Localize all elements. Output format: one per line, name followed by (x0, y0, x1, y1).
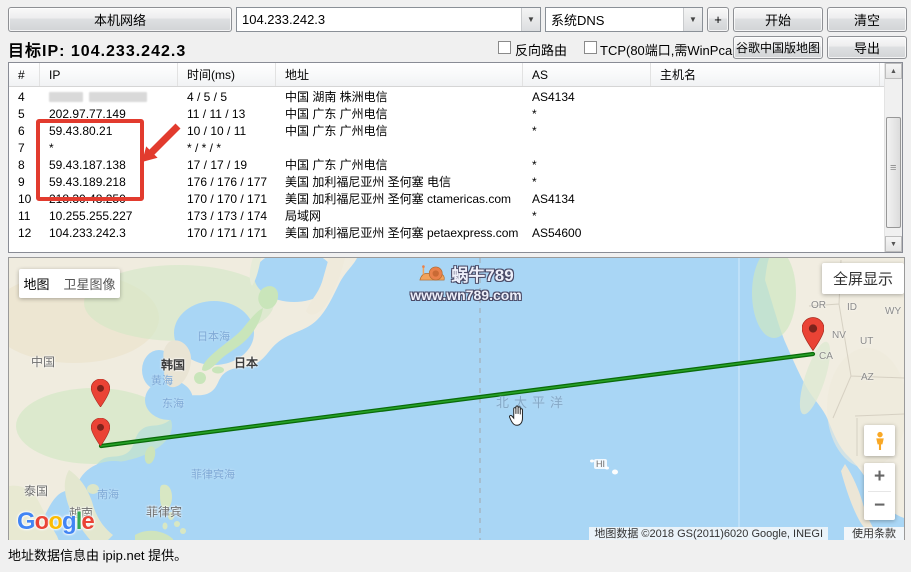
scrollbar-thumb[interactable] (886, 117, 901, 228)
target-ip-label: 目标IP: 104.233.242.3 (8, 37, 186, 61)
clear-button[interactable]: 清空 (827, 7, 907, 32)
reverse-route-checkbox[interactable] (498, 41, 511, 54)
table-row[interactable]: 11 10.255.255.227 173 / 173 / 174 局域网 * (9, 207, 902, 224)
target-ip-combobox[interactable]: 104.233.242.3 ▼ (236, 7, 541, 32)
table-row[interactable]: 8 59.43.187.138 17 / 17 / 19 中国 广东 广州电信 … (9, 156, 902, 173)
table-row[interactable]: 4 4 / 5 / 5 中国 湖南 株洲电信 AS4134 (9, 88, 902, 105)
pegman-icon (871, 431, 889, 451)
table-row[interactable]: 12 104.233.242.3 170 / 171 / 171 美国 加利福尼… (9, 224, 902, 241)
pegman-control[interactable] (864, 425, 895, 456)
status-text: 地址数据信息由 ipip.net 提供。 (8, 548, 187, 563)
zoom-control[interactable]: + − (864, 463, 895, 520)
route-map[interactable]: 中国 韩国 日本 日本海 黄海 东海 北太平洋 南海 菲律宾海 泰国 越南 菲律… (8, 257, 905, 542)
table-vertical-scrollbar[interactable]: ▲ ▼ (884, 63, 902, 252)
tcp-checkbox[interactable] (584, 41, 597, 54)
table-row[interactable]: 10 218.30.48.250 170 / 170 / 171 美国 加利福尼… (9, 190, 902, 207)
best-trace-window: 本机网络 104.233.242.3 ▼ 系统DNS ▼ + 开始 清空 目标I… (0, 0, 911, 572)
col-header-time[interactable]: 时间(ms) (178, 63, 276, 86)
table-row[interactable]: 5 202.97.77.149 11 / 11 / 13 中国 广东 广州电信 … (9, 105, 902, 122)
zoom-in-button[interactable]: + (864, 463, 895, 491)
target-ip-value[interactable]: 104.233.242.3 (237, 12, 521, 27)
maptype-control[interactable]: 地图 卫星图像 (19, 269, 120, 298)
google-logo: Google (17, 508, 94, 536)
zoom-out-button[interactable]: − (864, 492, 895, 520)
trace-table: # IP 时间(ms) 地址 AS 主机名 4 4 / 5 / 5 中国 湖南 … (8, 62, 903, 253)
scroll-up-arrow-icon[interactable]: ▲ (885, 63, 902, 79)
hand-cursor-icon (506, 404, 528, 428)
scroll-down-arrow-icon[interactable]: ▼ (885, 236, 902, 252)
reverse-route-label: 反向路由 (515, 40, 567, 59)
col-header-addr[interactable]: 地址 (276, 63, 523, 86)
chevron-down-icon[interactable]: ▼ (521, 8, 540, 31)
map-attribution: 地图数据 ©2018 GS(2011)6020 Google, INEGI (589, 527, 828, 541)
google-cn-map-button[interactable]: 谷歌中国版地图 (733, 36, 823, 59)
dns-select-value: 系统DNS (546, 10, 683, 29)
chevron-down-icon[interactable]: ▼ (683, 8, 702, 31)
redacted-ip (40, 90, 178, 104)
map-pin-california[interactable] (802, 314, 824, 354)
trace-table-header: # IP 时间(ms) 地址 AS 主机名 (9, 63, 902, 87)
status-bar: 地址数据信息由 ipip.net 提供。 (0, 540, 911, 572)
table-row[interactable]: 7 * * / * / * (9, 139, 902, 156)
map-pin-china-2[interactable] (91, 418, 110, 446)
maptype-satellite-button[interactable]: 卫星图像 (64, 274, 116, 293)
add-target-button[interactable]: + (707, 7, 729, 32)
maptype-map-button[interactable]: 地图 (23, 274, 49, 293)
table-row[interactable]: 9 59.43.189.218 176 / 176 / 177 美国 加利福尼亚… (9, 173, 902, 190)
export-button[interactable]: 导出 (827, 36, 907, 59)
dns-select[interactable]: 系统DNS ▼ (545, 7, 703, 32)
col-header-num[interactable]: # (9, 63, 40, 86)
map-pin-china-1[interactable] (91, 379, 110, 407)
col-header-host[interactable]: 主机名 (651, 63, 880, 86)
col-header-ip[interactable]: IP (40, 63, 178, 86)
start-button[interactable]: 开始 (733, 7, 823, 32)
local-network-button[interactable]: 本机网络 (8, 7, 232, 32)
col-header-as[interactable]: AS (523, 63, 651, 86)
map-canvas (9, 258, 904, 541)
terms-of-use-link[interactable]: 使用条款 (844, 527, 904, 541)
fullscreen-button[interactable]: 全屏显示 (822, 263, 904, 294)
table-row[interactable]: 6 59.43.80.21 10 / 10 / 11 中国 广东 广州电信 * (9, 122, 902, 139)
